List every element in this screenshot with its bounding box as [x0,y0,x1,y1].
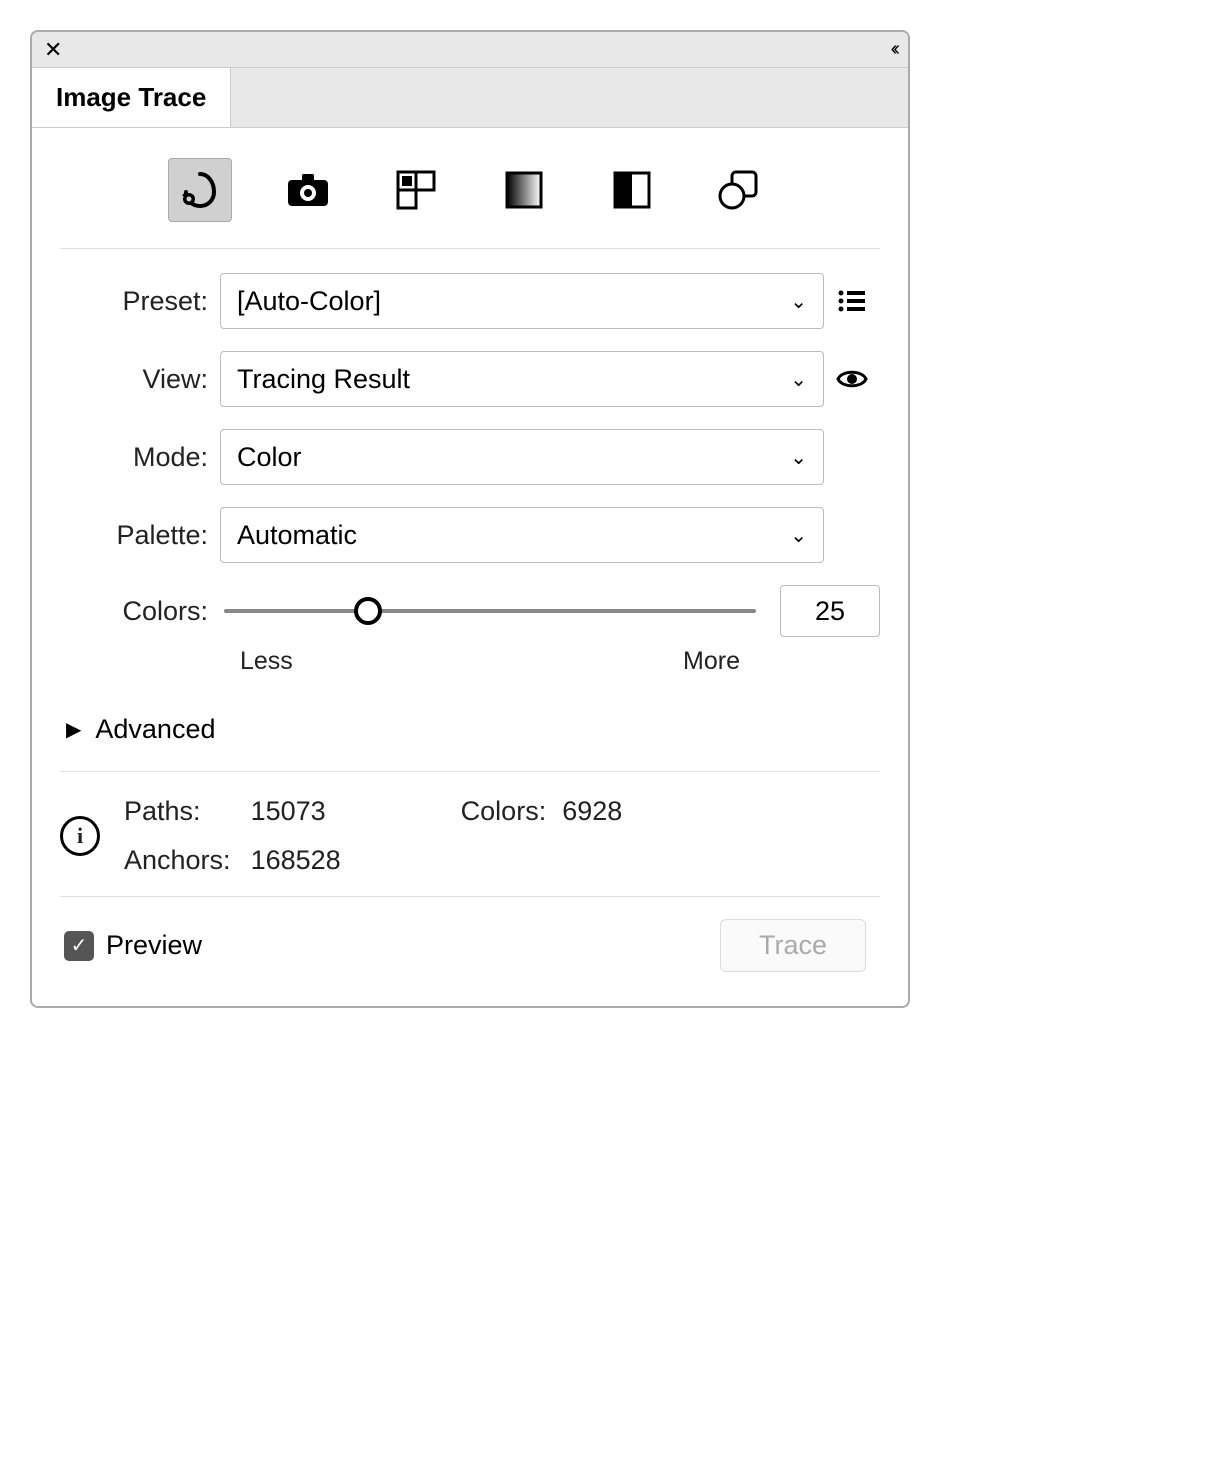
stats-section: i Paths: 15073 Anchors: 168528 Colors: 6… [60,772,880,897]
view-select[interactable]: Tracing Result ⌄ [220,351,824,407]
advanced-disclosure[interactable]: ▶ Advanced [60,704,880,772]
preset-select[interactable]: [Auto-Color] ⌄ [220,273,824,329]
panel-title: Image Trace [56,82,206,112]
anchors-label: Anchors: [124,845,231,876]
view-eye-icon[interactable] [824,368,880,390]
auto-color-icon[interactable] [168,158,232,222]
chevron-down-icon: ⌄ [790,367,807,392]
slider-min-label: Less [240,647,293,676]
image-trace-panel: ✕ ‹‹ Image Trace [30,30,910,1008]
palette-value: Automatic [237,520,357,551]
mode-select[interactable]: Color ⌄ [220,429,824,485]
colors-value-input[interactable]: 25 [780,585,880,637]
slider-thumb[interactable] [354,597,382,625]
grayscale-icon[interactable] [492,158,556,222]
mode-value: Color [237,442,302,473]
slider-max-label: More [683,647,740,676]
advanced-label: Advanced [95,714,215,745]
chevron-down-icon: ⌄ [790,445,807,470]
colors-stat-label: Colors: [461,796,547,827]
anchors-value: 168528 [251,845,341,876]
tab-image-trace[interactable]: Image Trace [32,68,231,127]
close-icon[interactable]: ✕ [44,37,62,63]
preset-label: Preset: [60,286,220,317]
preset-icon-row [60,150,880,249]
triangle-right-icon: ▶ [66,717,81,742]
palette-select[interactable]: Automatic ⌄ [220,507,824,563]
chevron-down-icon: ⌄ [790,523,807,548]
preset-menu-icon[interactable] [824,290,880,312]
view-label: View: [60,364,220,395]
paths-value: 15073 [251,796,341,827]
chevron-down-icon: ⌄ [790,289,807,314]
checkmark-icon: ✓ [64,931,94,961]
palette-label: Palette: [60,520,220,551]
black-white-icon[interactable] [600,158,664,222]
preview-checkbox[interactable]: ✓ Preview [64,930,202,961]
info-icon: i [60,816,100,856]
colors-stat-value: 6928 [562,796,622,827]
view-value: Tracing Result [237,364,410,395]
tab-strip: Image Trace [32,68,908,128]
low-colors-icon[interactable] [384,158,448,222]
high-fidelity-photo-icon[interactable] [276,158,340,222]
colors-value: 25 [815,596,845,627]
preset-value: [Auto-Color] [237,286,381,317]
trace-button-label: Trace [759,930,827,960]
outline-icon[interactable] [708,158,772,222]
preview-label: Preview [106,930,202,961]
collapse-icon[interactable]: ‹‹ [891,38,896,61]
colors-label: Colors: [60,596,220,627]
paths-label: Paths: [124,796,231,827]
mode-label: Mode: [60,442,220,473]
panel-titlebar: ✕ ‹‹ [32,32,908,68]
trace-button[interactable]: Trace [720,919,866,972]
colors-slider[interactable] [224,609,756,613]
